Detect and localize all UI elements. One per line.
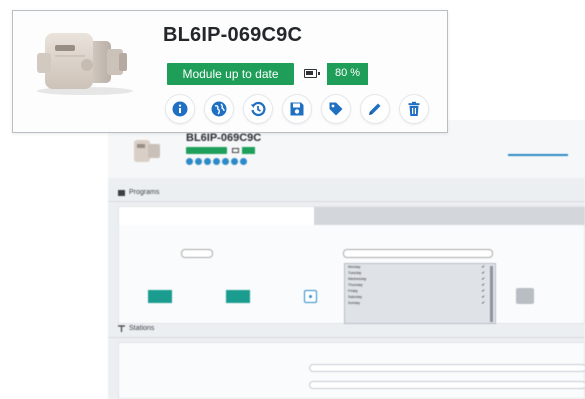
background-screenshot: BL6IP-069C9C Programs Monday ✔ Tuesday ✔ W… (108, 120, 585, 399)
globe-button[interactable] (205, 95, 233, 123)
bg-device-name: BL6IP-069C9C (186, 132, 262, 144)
bg-tab-active (119, 207, 314, 225)
bg-add-start-time (304, 290, 317, 303)
history-icon (250, 101, 266, 117)
pencil-icon (369, 103, 381, 115)
bg-stations-panel (118, 342, 585, 399)
device-card: BL6IP-069C9C Module up to date 80 % (12, 10, 448, 133)
bg-status-badge (186, 147, 227, 154)
history-button[interactable] (244, 95, 272, 123)
calendar-icon (118, 189, 125, 196)
bg-programs-panel: Monday ✔ Tuesday ✔ Wednesday ✔ Thursday ✔ Fr… (118, 206, 585, 324)
device-name: BL6IP-069C9C (163, 24, 303, 46)
bg-day-option: Sunday ✔ (348, 300, 485, 305)
edit-button[interactable] (361, 95, 389, 123)
bg-action-icons (186, 158, 247, 165)
battery-icon (304, 69, 320, 78)
delete-button[interactable] (400, 95, 428, 123)
bg-start-time-2 (226, 290, 250, 303)
bg-programs-heading: Programs (118, 189, 159, 196)
battery-level: 80 % (327, 63, 368, 85)
bg-stations-label: Stations (129, 325, 155, 332)
bg-days-select (343, 249, 493, 258)
bg-station-2-field (309, 381, 585, 389)
bg-calendar-select (181, 249, 213, 258)
trash-icon (408, 101, 420, 116)
save-icon (290, 102, 304, 116)
globe-icon (211, 101, 227, 117)
bg-battery-icon (232, 148, 239, 153)
bg-tab-link (508, 140, 568, 156)
info-button[interactable] (166, 95, 194, 123)
bg-station-1-field (309, 364, 585, 372)
sprinkler-icon (118, 325, 125, 332)
status-badge: Module up to date (167, 63, 294, 85)
divider (108, 201, 585, 202)
bg-battery-pct (242, 147, 255, 154)
bg-start-time-1 (148, 290, 172, 303)
bg-disabled-button (516, 288, 534, 304)
bg-days-dropdown: Monday ✔ Tuesday ✔ Wednesday ✔ Thursday ✔ Fr… (344, 263, 496, 324)
bg-tab-inactive (314, 207, 585, 225)
action-bar (166, 95, 428, 123)
bg-stations-heading: Stations (118, 325, 154, 332)
tag-icon (329, 102, 343, 116)
save-button[interactable] (283, 95, 311, 123)
bg-scrollbar (490, 266, 493, 322)
device-image (37, 33, 133, 95)
tag-button[interactable] (322, 95, 350, 123)
divider (108, 337, 585, 338)
info-icon (172, 101, 188, 117)
bg-device-thumbnail (134, 140, 160, 162)
bg-programs-label: Programs (129, 189, 160, 196)
